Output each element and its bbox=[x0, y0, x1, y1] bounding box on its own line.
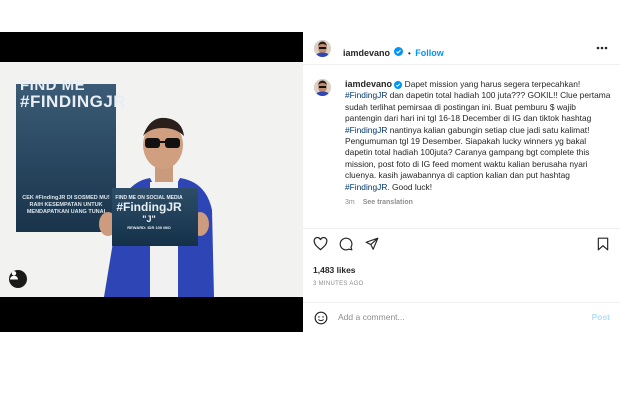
share-icon[interactable] bbox=[365, 237, 379, 251]
avatar[interactable] bbox=[314, 40, 331, 57]
header-username[interactable]: iamdevano bbox=[343, 48, 390, 58]
post-timestamp: 3 MINUTES AGO bbox=[313, 281, 364, 287]
sign-line2: #FindingJR bbox=[116, 200, 182, 214]
caption-avatar[interactable] bbox=[314, 79, 331, 96]
heart-icon[interactable] bbox=[313, 237, 328, 251]
see-translation-link[interactable]: See translation bbox=[363, 199, 413, 206]
avatar-image bbox=[314, 40, 331, 57]
handheld-sign: FIND ME ON SOCIAL MEDIA #FindingJR "J" R… bbox=[106, 195, 192, 230]
follow-button[interactable]: Follow bbox=[415, 48, 444, 58]
action-bar bbox=[303, 228, 620, 264]
user-silhouette-icon bbox=[10, 271, 18, 280]
post-photo[interactable]: FIND ME #FINDINGJR CEK #FindingJR DI SOS… bbox=[0, 32, 303, 332]
bookmark-icon[interactable] bbox=[597, 237, 609, 251]
caption-text-4: . Good luck! bbox=[387, 181, 433, 192]
more-icon[interactable] bbox=[596, 46, 608, 50]
caption-text-1: Dapet mission yang harus segera terpecah… bbox=[402, 79, 581, 89]
header-separator: • bbox=[407, 49, 411, 58]
poster-title: FIND ME #FINDINGJR bbox=[20, 78, 127, 111]
likes-count[interactable]: 1,483 likes bbox=[313, 265, 356, 275]
caption-age: 3m bbox=[345, 199, 355, 206]
hashtag-link[interactable]: #FindingJR bbox=[345, 125, 387, 135]
comment-icon[interactable] bbox=[339, 237, 353, 251]
emoji-icon[interactable] bbox=[314, 311, 328, 325]
caption-meta: 3m See translation bbox=[345, 199, 413, 206]
instagram-post: FIND ME #FINDINGJR CEK #FindingJR DI SOS… bbox=[0, 32, 620, 332]
poster-body: CEK #FindingJR DI SOSMED MU! RAIH KESEMP… bbox=[22, 195, 110, 215]
caption-avatar-image bbox=[314, 79, 331, 96]
hashtag-link[interactable]: #FindingJR bbox=[345, 182, 387, 192]
post-sidebar: iamdevano • Follow iamdevano Dapet missi… bbox=[303, 32, 620, 332]
comment-input[interactable]: Add a comment... bbox=[338, 312, 405, 322]
poster-title-line2: #FINDINGJR bbox=[20, 92, 127, 111]
tagged-user-icon[interactable] bbox=[9, 270, 27, 288]
caption-username[interactable]: iamdevano bbox=[345, 79, 392, 89]
verified-icon bbox=[394, 47, 404, 57]
comment-bar: Add a comment... Post bbox=[303, 302, 620, 333]
post-caption: iamdevano Dapet mission yang harus seger… bbox=[345, 79, 615, 193]
post-comment-button[interactable]: Post bbox=[592, 312, 610, 322]
post-header: iamdevano • Follow bbox=[303, 32, 620, 65]
sign-line4: REWARD: IDR 100 MIO bbox=[127, 225, 171, 230]
sign-line3: "J" bbox=[142, 214, 156, 224]
hashtag-link[interactable]: #FindingJR bbox=[345, 90, 387, 100]
